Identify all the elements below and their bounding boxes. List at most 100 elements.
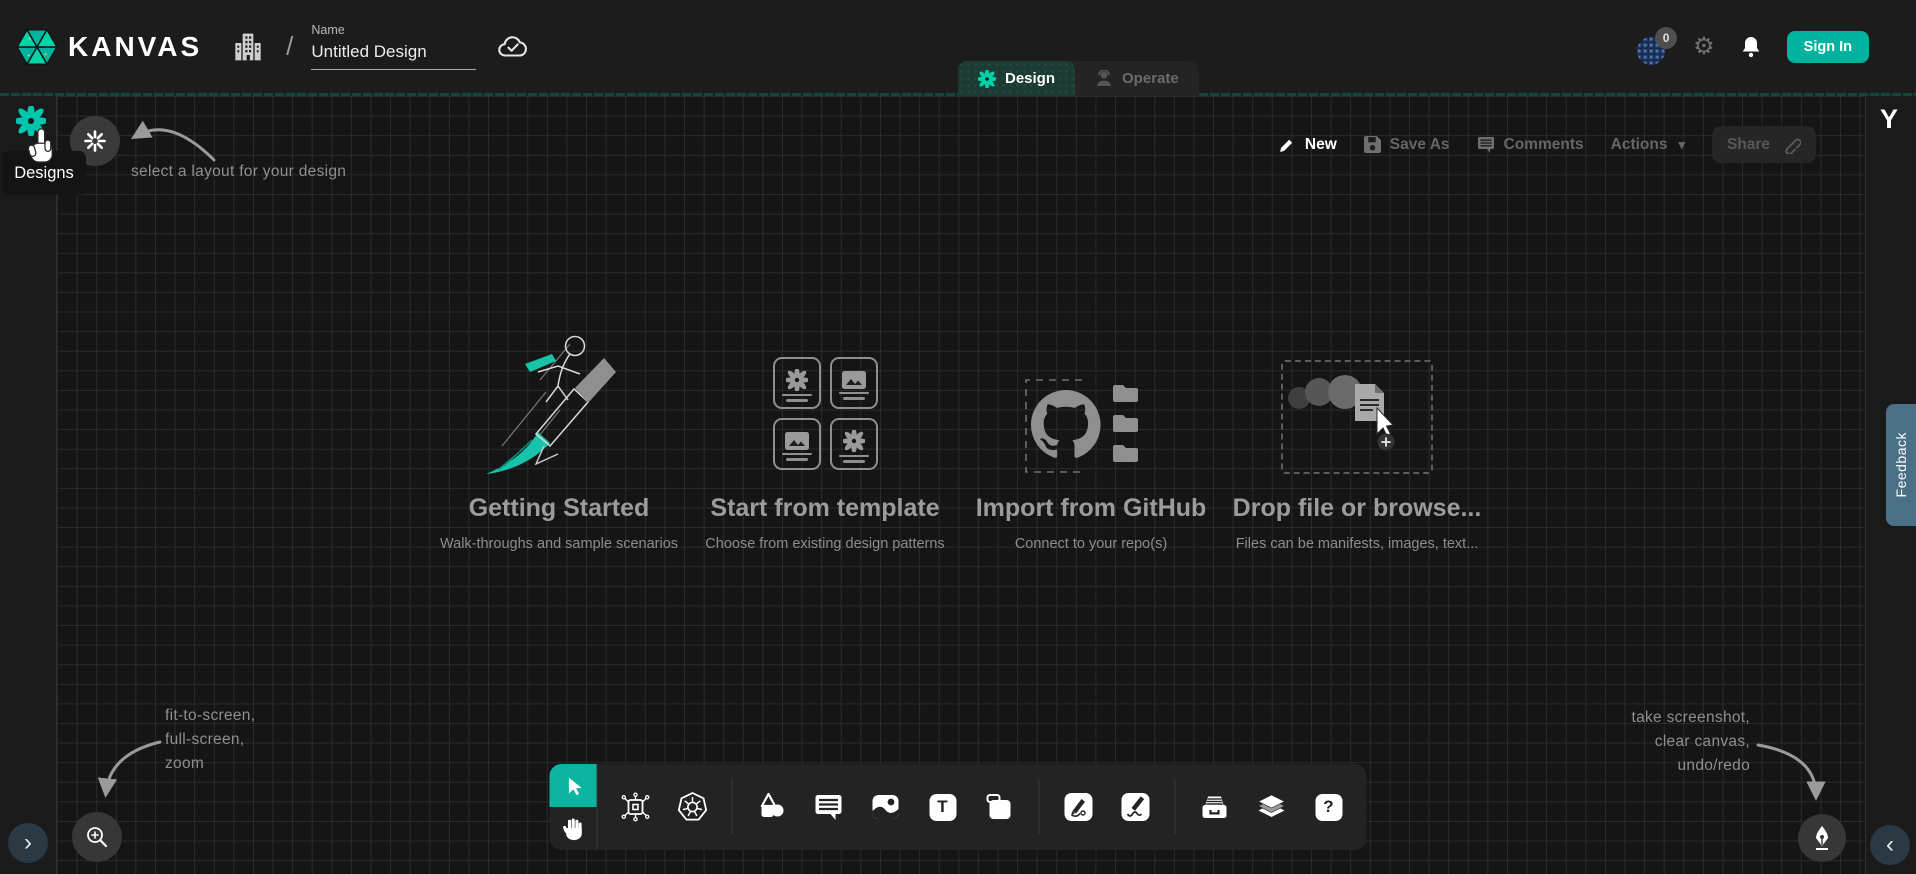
kanvas-logo-icon[interactable] [16,26,58,68]
pen-path-tool-button[interactable] [1057,785,1101,829]
design-tab-icon [978,70,996,88]
template-card[interactable]: Start from template Choose from existing… [692,328,958,552]
text-tool-button[interactable]: T [921,785,965,829]
pan-tool-button[interactable] [550,807,597,850]
expand-right-panel-button[interactable]: ‹ [1870,825,1910,865]
kanvas-wordmark: KANVAS [68,31,202,63]
layers-tool-button[interactable] [1250,785,1294,829]
repo-folder-icon [1113,445,1138,462]
image-tool-button[interactable] [864,785,908,829]
note-card-icon [986,793,1014,821]
share-button[interactable]: Share [1712,126,1816,163]
drop-file-subtitle: Files can be manifests, images, text... [1224,536,1490,552]
tab-operate-label: Operate [1122,70,1179,87]
chevron-right-icon: › [24,831,32,855]
drop-file-card[interactable]: Drop file or browse... Files can be mani… [1224,328,1490,552]
save-as-button[interactable]: Save As [1364,136,1450,154]
feedback-tab[interactable]: Feedback [1886,404,1916,526]
organization-building-icon[interactable] [232,31,264,63]
magnifier-plus-icon [84,824,110,850]
save-as-label: Save As [1390,136,1450,154]
whiteboard-pen-button[interactable] [1798,814,1846,862]
hand-pan-icon [561,817,585,841]
design-name-label: Name [311,23,476,37]
text-tool-icon: T [929,794,956,821]
note-tool-button[interactable] [978,785,1022,829]
rocket-doodle-illustration [474,328,644,480]
settings-gear-icon[interactable]: ⚙ [1693,35,1715,59]
tab-operate[interactable]: Operate [1075,61,1199,96]
help-tool-button[interactable]: ? [1307,785,1351,829]
operate-tab-icon [1095,70,1113,88]
select-tool-button[interactable] [550,764,597,807]
zoom-hint-text: fit-to-screen, full-screen, zoom [165,704,255,776]
comments-icon [1477,136,1495,153]
comment-bubble-icon [815,794,843,820]
getting-started-title: Getting Started [426,494,692,523]
y-logo: Y [1880,104,1898,135]
pencil-draw-icon [1121,792,1151,822]
start-options: Getting Started Walk-throughs and sample… [426,328,1490,552]
mode-tab-group: Design Operate [958,61,1199,96]
zoom-hint-arrow [88,730,173,810]
floppy-save-icon [1364,136,1381,153]
cloud-sync-icon[interactable] [496,32,530,62]
dock-divider [1039,780,1040,834]
cursor-arrow-icon [1377,408,1393,436]
notification-count-badge: 0 [1655,27,1677,49]
file-dropzone[interactable] [1281,360,1433,474]
drawer-icon [1200,793,1230,821]
github-title: Import from GitHub [958,494,1224,523]
asterisk-layout-icon [83,129,107,153]
comments-label: Comments [1504,136,1584,154]
new-label: New [1305,136,1337,154]
template-pinwheel-icon [786,369,808,391]
new-button[interactable]: New [1278,136,1337,154]
repo-folder-icon [1113,385,1138,402]
screenshot-hint-arrow [1750,735,1835,815]
kubernetes-icon [677,791,709,823]
component-tool-button[interactable] [614,785,658,829]
design-name-input[interactable] [311,40,476,70]
tab-design-label: Design [1005,70,1055,87]
shapes-tool-button[interactable] [750,785,794,829]
template-image-icon [842,371,866,389]
layers-icon [1257,792,1287,822]
pointer-hand-cursor-icon [24,127,58,167]
sign-in-button[interactable]: Sign In [1787,31,1869,63]
getting-started-card[interactable]: Getting Started Walk-throughs and sample… [426,328,692,552]
github-import-illustration [1016,374,1166,480]
github-octocat-icon [1031,390,1101,458]
github-subtitle: Connect to your repo(s) [958,536,1224,552]
select-layout-hint: select a layout for your design [131,160,346,184]
design-toolbar: New Save As Comments Actions ▾ Share [1278,126,1816,163]
caret-down-icon: ▾ [1678,137,1685,153]
chevron-left-icon: ‹ [1886,833,1894,857]
pencil-new-icon [1278,136,1296,154]
github-import-card[interactable]: Import from GitHub Connect to your repo(… [958,328,1224,552]
comment-tool-button[interactable] [807,785,851,829]
pencil-draw-tool-button[interactable] [1114,785,1158,829]
help-icon: ? [1315,794,1342,821]
template-subtitle: Choose from existing design patterns [692,536,958,552]
cursor-select-icon [562,775,584,797]
tab-design[interactable]: Design [958,61,1075,96]
drop-file-illustration [1283,362,1431,472]
shapes-icon [757,792,787,822]
image-icon [872,794,900,820]
drop-file-title: Drop file or browse... [1224,494,1490,523]
kubernetes-tool-button[interactable] [671,785,715,829]
comments-button[interactable]: Comments [1477,136,1584,154]
actions-dropdown[interactable]: Actions ▾ [1611,136,1685,154]
share-link-icon [1782,135,1801,154]
pen-path-icon [1064,792,1094,822]
feedback-label: Feedback [1893,432,1909,497]
dock-divider [1175,780,1176,834]
zoom-button[interactable] [72,812,122,862]
template-image-icon [785,432,809,450]
dock-divider [732,780,733,834]
drawer-tool-button[interactable] [1193,785,1237,829]
notifications-bell-icon[interactable] [1739,34,1763,60]
tool-dock: T [550,764,1367,850]
expand-left-panel-button[interactable]: › [8,823,48,863]
